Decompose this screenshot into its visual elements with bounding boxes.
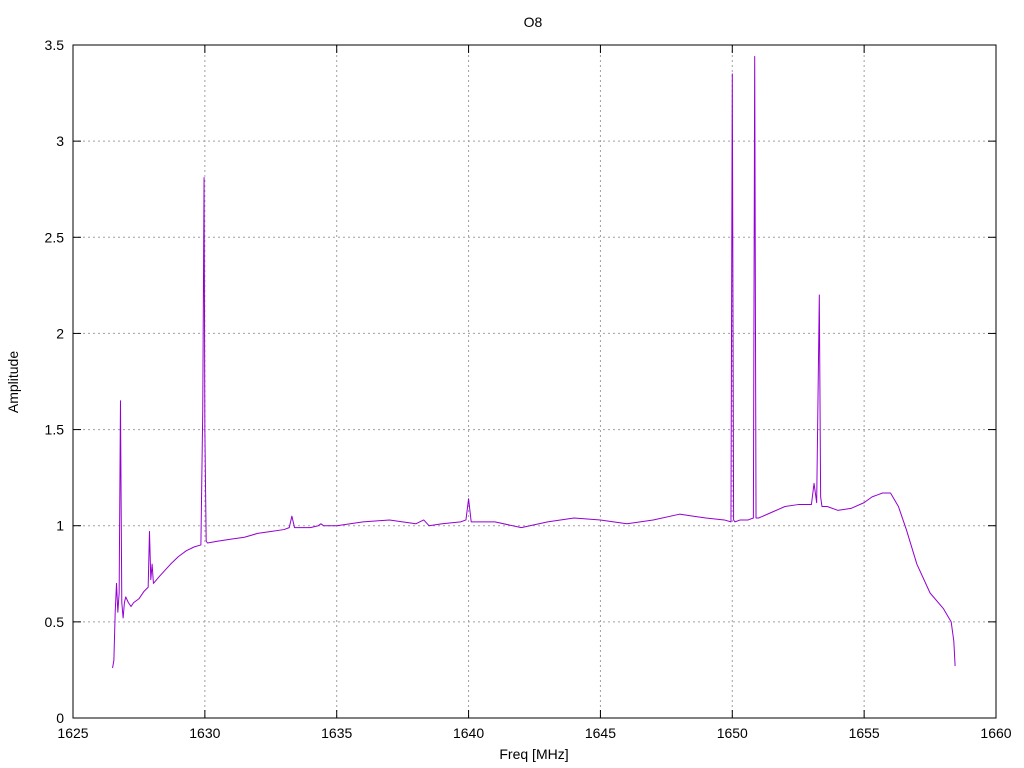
plot-area-frame (72, 44, 997, 719)
x-tick-label: 1625 (57, 725, 88, 741)
y-tick-label: 2 (56, 325, 64, 341)
y-tick-label: 1.5 (45, 422, 65, 438)
y-tick-label: 3 (56, 133, 64, 149)
y-tick-label: 3.5 (45, 37, 65, 53)
axis-ticks (72, 44, 997, 719)
series-line-amplitude (112, 56, 956, 669)
x-tick-label: 1640 (453, 725, 484, 741)
chart-canvas: 1625 1630 1635 1640 1645 1650 1655 1660 0 0.5 1 1.… (5, 14, 1012, 762)
grid-lines (73, 45, 996, 718)
y-tick-label: 0 (56, 710, 64, 726)
y-axis-label: Amplitude (5, 351, 21, 413)
x-tick-label: 1635 (321, 725, 352, 741)
x-tick-labels: 1625 1630 1635 1640 1645 1650 1655 1660 (57, 725, 1011, 741)
y-tick-label: 1 (56, 518, 64, 534)
x-tick-label: 1645 (585, 725, 616, 741)
y-tick-label: 2.5 (45, 229, 65, 245)
chart-title: O8 (524, 14, 543, 30)
x-tick-label: 1630 (189, 725, 220, 741)
x-axis-label: Freq [MHz] (499, 746, 568, 762)
x-tick-label: 1655 (849, 725, 880, 741)
x-tick-label: 1650 (717, 725, 748, 741)
y-tick-label: 0.5 (45, 614, 65, 630)
y-tick-labels: 0 0.5 1 1.5 2 2.5 3 3.5 (45, 37, 65, 726)
x-tick-label: 1660 (980, 725, 1011, 741)
